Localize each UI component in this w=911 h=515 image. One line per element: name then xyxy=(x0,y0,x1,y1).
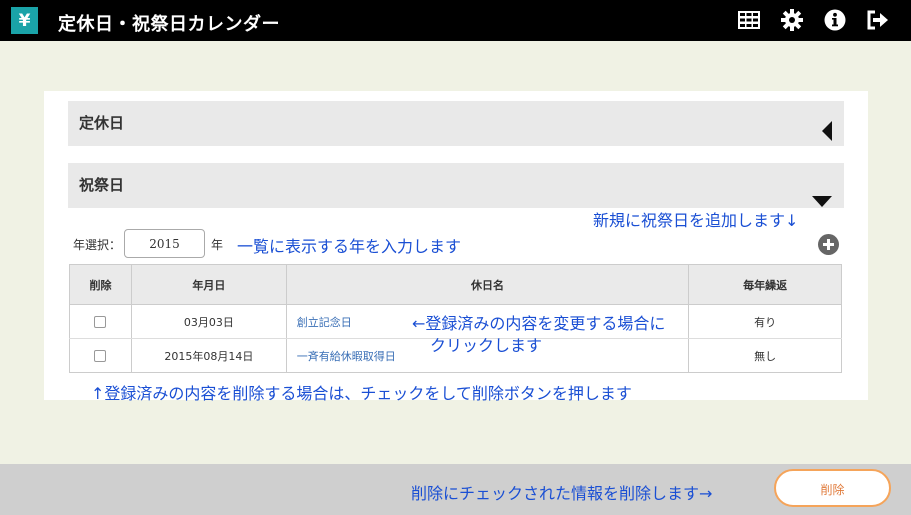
delete-cell xyxy=(69,304,132,339)
section-closed-days-label: 定休日 xyxy=(79,114,125,132)
holiday-name-link[interactable]: 創立記念日 xyxy=(297,316,352,329)
add-holiday-button[interactable] xyxy=(818,234,839,255)
year-select-label: 年選択： xyxy=(73,238,122,252)
annotation-add-hint: 新規に祝祭日を追加します↓ xyxy=(593,211,799,230)
section-holidays-label: 祝祭日 xyxy=(79,176,125,194)
section-closed-days[interactable]: 定休日 xyxy=(68,101,844,146)
annotation-edit-hint-line2: クリックします xyxy=(430,336,543,355)
app-title: 定休日・祝祭日カレンダー xyxy=(58,14,280,35)
column-header-delete: 削除 xyxy=(69,264,132,305)
delete-cell xyxy=(69,338,132,373)
logout-icon[interactable] xyxy=(866,8,890,32)
calendar-grid-icon[interactable] xyxy=(737,8,761,32)
year-input[interactable] xyxy=(124,229,205,258)
column-header-date: 年月日 xyxy=(130,264,287,305)
annotation-edit-hint-line1: ←登録済みの内容を変更する場合に xyxy=(412,314,666,333)
year-suffix-label: 年 xyxy=(211,238,224,252)
top-bar: ¥ 定休日・祝祭日カレンダー xyxy=(0,0,911,41)
repeat-cell: 無し xyxy=(688,338,842,373)
info-icon[interactable] xyxy=(823,8,847,32)
repeat-cell: 有り xyxy=(688,304,842,339)
expand-down-icon xyxy=(812,180,832,225)
delete-button[interactable]: 削除 xyxy=(774,469,891,507)
app-logo: ¥ xyxy=(11,7,38,34)
footer-bar: 削除にチェックされた情報を削除します→ 削除 xyxy=(0,464,911,515)
annotation-footer-hint: 削除にチェックされた情報を削除します→ xyxy=(411,484,713,503)
collapse-left-icon xyxy=(822,114,832,159)
annotation-delete-hint: ↑登録済みの内容を削除する場合は、チェックをして削除ボタンを押します xyxy=(91,384,632,403)
date-cell: 03月03日 xyxy=(130,304,287,339)
delete-checkbox[interactable] xyxy=(94,316,107,328)
section-holidays[interactable]: 祝祭日 xyxy=(68,163,844,208)
date-cell: 2015年08月14日 xyxy=(130,338,287,373)
table-header-row: 削除 年月日 休日名 毎年繰返 xyxy=(69,264,842,305)
holiday-name-link[interactable]: 一斉有給休暇取得日 xyxy=(297,350,396,363)
gear-icon[interactable] xyxy=(780,8,804,32)
delete-checkbox[interactable] xyxy=(94,350,107,362)
calendar-panel: 定休日 祝祭日 年選択： 年 一覧に表示する年を入力します 新規に祝祭日を追加し… xyxy=(44,91,868,403)
column-header-repeat: 毎年繰返 xyxy=(688,264,842,305)
annotation-year-hint: 一覧に表示する年を入力します xyxy=(237,237,462,256)
column-header-name: 休日名 xyxy=(285,264,690,305)
